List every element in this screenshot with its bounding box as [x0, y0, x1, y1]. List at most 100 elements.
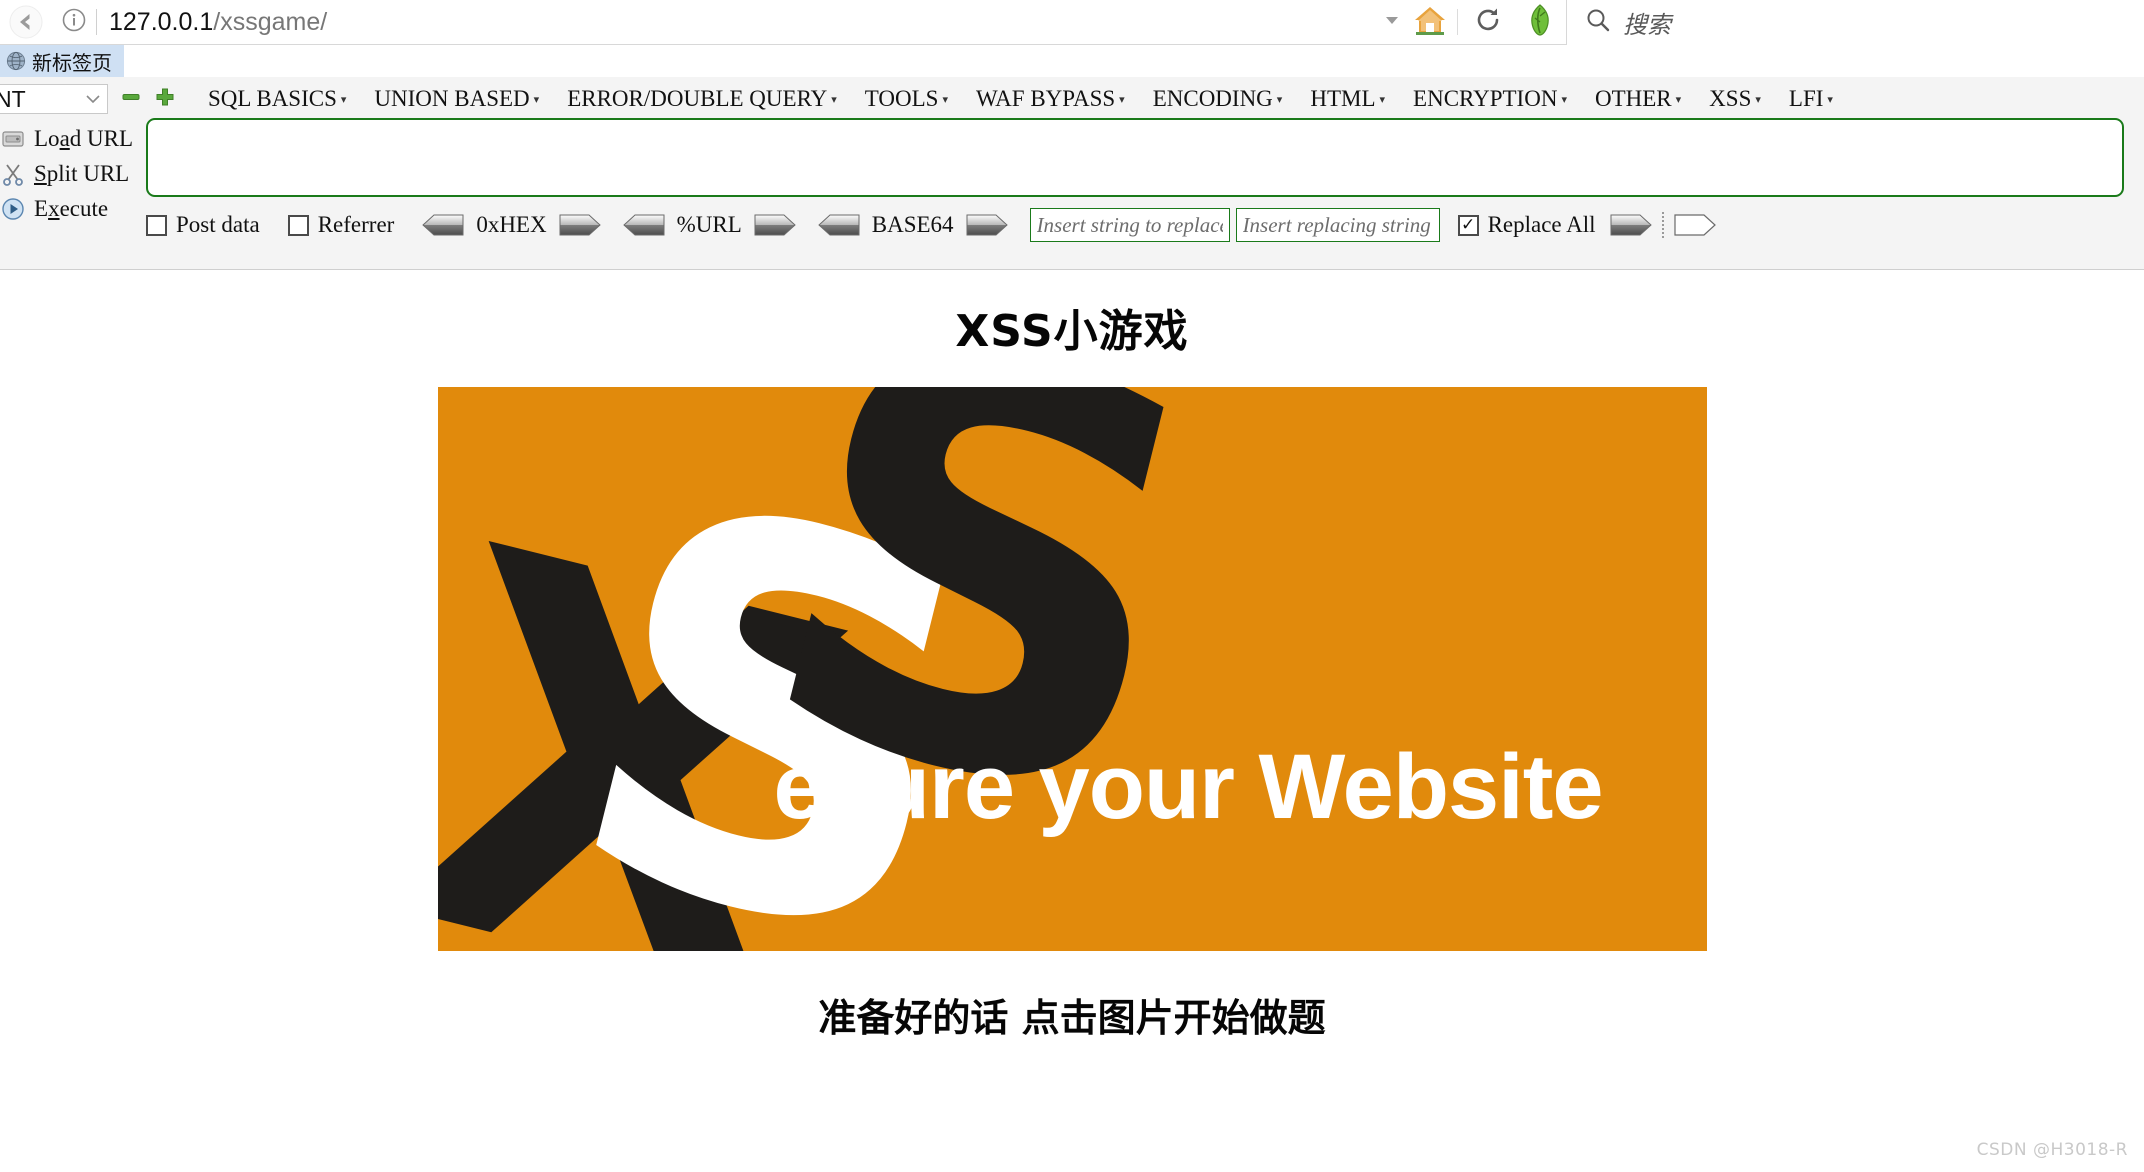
info-circle-icon [61, 7, 87, 38]
load-url-icon [0, 126, 26, 152]
post-data-label: Post data [176, 212, 260, 237]
menu-error-double-query[interactable]: ERROR/DOUBLE QUERY ▾ [553, 86, 851, 112]
menu-union-based[interactable]: UNION BASED ▾ [360, 86, 553, 112]
decode-arrow-left-icon[interactable] [622, 214, 665, 236]
menu-xss[interactable]: XSS ▾ [1695, 86, 1775, 112]
browser-toolbar: 127.0.0.1/xssgame/ 搜索 [0, 0, 2144, 45]
menu-encoding[interactable]: ENCODING ▾ [1139, 86, 1297, 112]
watermark: CSDN @H3018-R [1976, 1140, 2128, 1160]
encoder-group-url: %URL [622, 212, 796, 238]
xss-banner-image[interactable]: X S S ecure your Website [437, 387, 1707, 951]
caret-down-icon: ▾ [1119, 94, 1125, 106]
chevron-down-icon [85, 91, 101, 108]
menu-html[interactable]: HTML ▾ [1296, 86, 1399, 112]
hackbar-options-row: Post data Referrer 0xHEX %URL BASE64 Ins… [146, 205, 1716, 245]
encode-arrow-right-icon[interactable] [966, 214, 1008, 236]
encoder-group-base64: BASE64 [818, 212, 1008, 238]
checkbox-box [1457, 214, 1479, 236]
encode-arrow-right-icon[interactable] [754, 214, 796, 236]
page-caption: 准备好的话 点击图片开始做题 [818, 996, 1326, 1040]
encoder-label-url: %URL [676, 212, 742, 237]
caret-down-icon: ▾ [1675, 94, 1682, 106]
remove-profile-button[interactable] [120, 88, 142, 110]
menu-label: ERROR/DOUBLE QUERY [567, 86, 828, 111]
toolbar-right-actions: 搜索 [1377, 0, 2144, 45]
minus-icon [121, 87, 141, 112]
hackbar-menu-row: NT SQL BASICS ▾ UNION BASED ▾ ERROR/DOUB… [0, 83, 1847, 115]
caret-down-icon: ▾ [1755, 94, 1761, 106]
menu-sql-basics[interactable]: SQL BASICS ▾ [194, 86, 360, 112]
hackbar-extension-button[interactable] [1514, 0, 1566, 45]
home-button[interactable] [1407, 0, 1453, 45]
site-identity-button[interactable] [52, 0, 96, 45]
options-divider [1661, 212, 1664, 238]
checkbox-box [146, 214, 167, 236]
menu-waf-bypass[interactable]: WAF BYPASS ▾ [962, 86, 1139, 112]
hackbar-profile-select[interactable]: NT [0, 84, 108, 114]
menu-label: ENCODING [1152, 86, 1273, 111]
add-profile-button[interactable] [154, 88, 176, 110]
menu-lfi[interactable]: LFI ▾ [1775, 86, 1847, 112]
execute-button[interactable]: Execute [0, 191, 130, 226]
post-data-checkbox[interactable]: Post data [146, 212, 260, 238]
urlbar-divider [96, 9, 97, 35]
referrer-checkbox[interactable]: Referrer [287, 212, 395, 238]
menu-label: WAF BYPASS [976, 86, 1116, 111]
menu-label: XSS [1709, 86, 1752, 111]
tab-new-tab[interactable]: 新标签页 [0, 45, 124, 77]
banner-container: X S S ecure your Website [0, 387, 2144, 951]
replace-string-input[interactable]: Insert replacing string [1235, 208, 1440, 242]
request-textarea[interactable] [146, 118, 2124, 197]
url-path: /xssgame/ [213, 7, 328, 36]
load-url-button[interactable]: Load URL [0, 121, 133, 156]
search-string-placeholder: Insert string to replace [1036, 212, 1223, 237]
page-title: XSS小游戏 [955, 306, 1189, 357]
caret-down-icon: ▾ [1276, 94, 1283, 106]
encode-arrow-right-icon[interactable] [559, 214, 601, 236]
hackbar-panel: NT SQL BASICS ▾ UNION BASED ▾ ERROR/DOUB… [0, 77, 2144, 270]
caret-down-icon: ▾ [1827, 94, 1833, 106]
search-bar[interactable]: 搜索 [1566, 0, 2144, 45]
replace-all-label: Replace All [1487, 212, 1596, 237]
menu-label: TOOLS [864, 86, 939, 111]
reload-button[interactable] [1462, 0, 1514, 45]
menu-label: ENCRYPTION [1413, 86, 1558, 111]
clear-button[interactable] [1673, 214, 1716, 236]
split-url-label: Split URL [34, 160, 130, 186]
caret-down-icon: ▾ [942, 94, 949, 106]
hackbar-action-list: Load URL Split URL Execute [0, 121, 133, 226]
menu-label: LFI [1788, 86, 1824, 111]
split-url-button[interactable]: Split URL [0, 156, 130, 191]
back-button[interactable] [0, 0, 52, 45]
menu-label: UNION BASED [374, 86, 530, 111]
caret-down-icon: ▾ [831, 94, 837, 106]
search-string-input[interactable]: Insert string to replace [1029, 208, 1230, 242]
address-bar[interactable]: 127.0.0.1/xssgame/ [109, 8, 1377, 37]
caret-down-icon: ▾ [1561, 94, 1567, 106]
referrer-label: Referrer [317, 212, 395, 237]
execute-icon [0, 196, 26, 222]
caret-down-icon: ▾ [533, 94, 540, 106]
caret-down-icon: ▾ [1379, 94, 1386, 106]
page-content: XSS小游戏 X S S ecure your Website 准备好的话 点击… [0, 271, 2144, 1172]
encoder-label-hex: 0xHEX [476, 212, 547, 237]
toolbar-divider [1457, 9, 1458, 35]
chevron-down-icon [1384, 12, 1400, 33]
encoder-group-hex: 0xHEX [422, 212, 601, 238]
search-input-placeholder: 搜索 [1623, 10, 1671, 39]
menu-encryption[interactable]: ENCRYPTION ▾ [1399, 86, 1581, 112]
urlbar-dropmarker-button[interactable] [1377, 0, 1407, 45]
url-host: 127.0.0.1 [109, 7, 214, 36]
hackbar-extension-icon [1525, 3, 1555, 41]
back-arrow-icon [9, 5, 43, 39]
menu-other[interactable]: OTHER ▾ [1581, 86, 1695, 112]
decode-arrow-left-icon[interactable] [818, 214, 860, 236]
replace-all-checkbox[interactable]: Replace All [1457, 212, 1596, 238]
hackbar-profile-value: NT [0, 85, 26, 112]
menu-tools[interactable]: TOOLS ▾ [851, 86, 962, 112]
hackbar-menus: SQL BASICS ▾ UNION BASED ▾ ERROR/DOUBLE … [194, 86, 1847, 112]
decode-arrow-left-icon[interactable] [422, 214, 464, 236]
menu-label: OTHER [1594, 86, 1672, 111]
replace-apply-button[interactable] [1610, 214, 1652, 236]
globe-icon [6, 51, 26, 71]
